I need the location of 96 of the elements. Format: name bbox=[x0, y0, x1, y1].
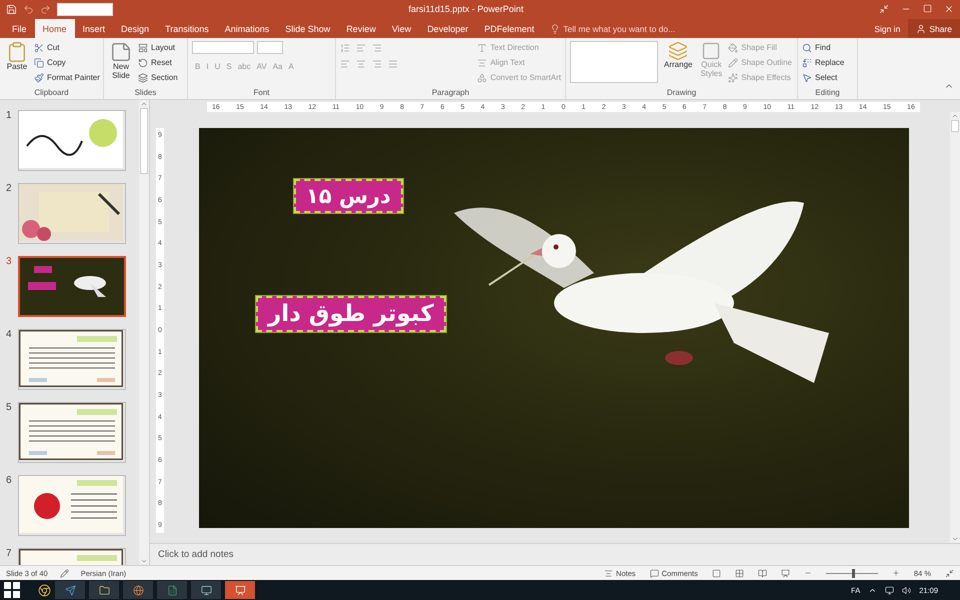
clipboard-button[interactable]: Cut bbox=[34, 41, 100, 54]
clipboard-icon bbox=[6, 41, 28, 63]
slideshow-icon[interactable] bbox=[780, 568, 790, 578]
align-text-icon bbox=[477, 58, 488, 68]
volume-icon[interactable] bbox=[902, 586, 912, 594]
scroll-up-icon[interactable] bbox=[951, 112, 959, 120]
editing-button[interactable]: Find bbox=[802, 41, 844, 54]
ribbon-tab[interactable]: Animations bbox=[216, 19, 278, 38]
quick-access-field[interactable] bbox=[57, 2, 113, 16]
scroll-up-icon[interactable] bbox=[140, 100, 148, 108]
ribbon-tab[interactable]: Transitions bbox=[157, 19, 217, 38]
slide-number: 1 bbox=[6, 110, 13, 123]
text-direction-icon bbox=[477, 42, 488, 52]
notes-field[interactable]: Click to add notes bbox=[158, 549, 234, 560]
align-center-icon bbox=[356, 59, 366, 69]
scroll-thumb[interactable] bbox=[951, 120, 959, 132]
scissors-icon bbox=[34, 42, 44, 52]
ribbon-tab[interactable]: Design bbox=[113, 19, 158, 38]
browser-icon[interactable] bbox=[38, 584, 51, 596]
restore-icon[interactable] bbox=[923, 4, 932, 13]
ribbon-tab[interactable]: View bbox=[384, 19, 420, 38]
ribbon-tab[interactable]: Developer bbox=[419, 19, 476, 38]
share-button[interactable]: Share bbox=[908, 19, 960, 38]
ribbon-tab[interactable]: Home bbox=[34, 19, 75, 38]
scroll-thumb[interactable] bbox=[140, 108, 148, 174]
slides-button[interactable]: Section bbox=[138, 71, 178, 84]
reading-view-icon[interactable] bbox=[758, 568, 767, 578]
new-slide-button[interactable]: New Slide bbox=[108, 41, 134, 88]
slide-number: 5 bbox=[6, 402, 13, 415]
grid-view-icon[interactable] bbox=[734, 568, 744, 578]
presentation-icon[interactable] bbox=[234, 584, 246, 596]
spreadsheet-icon[interactable] bbox=[166, 584, 178, 596]
globe-icon[interactable] bbox=[132, 584, 144, 596]
save-icon[interactable] bbox=[6, 4, 17, 14]
lightbulb-icon bbox=[550, 24, 560, 34]
group-label: Drawing bbox=[666, 88, 698, 99]
windows-logo-icon[interactable] bbox=[4, 582, 20, 598]
smartart-icon bbox=[477, 72, 488, 82]
title-label: کبوتر طوق دار bbox=[256, 296, 446, 332]
editing-button[interactable]: Replace bbox=[802, 56, 844, 69]
scroll-down-icon[interactable] bbox=[140, 557, 148, 565]
slide-number: 7 bbox=[6, 548, 13, 561]
slide-number: 6 bbox=[6, 475, 13, 488]
slide-number: 4 bbox=[6, 329, 13, 342]
align-left-icon bbox=[340, 59, 350, 69]
ribbon-tab[interactable]: Insert bbox=[74, 19, 114, 38]
pencil-icon bbox=[728, 58, 738, 68]
tell-me-field[interactable]: Tell me what you want to do... bbox=[563, 24, 676, 34]
pointer-icon bbox=[802, 72, 812, 82]
group-label: Clipboard bbox=[33, 88, 70, 99]
align-right-icon bbox=[372, 59, 382, 69]
ribbon-tab[interactable]: PDFelement bbox=[476, 19, 542, 38]
zoom-thumb[interactable] bbox=[852, 568, 855, 578]
slide-number: 3 bbox=[6, 256, 13, 269]
redo-icon[interactable] bbox=[40, 4, 51, 14]
window-title: farsi11d15.pptx - PowerPoint bbox=[408, 4, 524, 14]
search-icon bbox=[802, 42, 812, 52]
ribbon-tab[interactable]: File bbox=[4, 19, 35, 38]
scroll-down-icon[interactable] bbox=[951, 535, 959, 543]
justify-icon bbox=[388, 59, 398, 69]
reset-icon bbox=[138, 58, 148, 68]
slides-button[interactable]: Reset bbox=[138, 56, 178, 69]
ribbon-tab[interactable]: Review bbox=[338, 19, 384, 38]
folder-icon[interactable] bbox=[98, 584, 110, 596]
clipboard-button[interactable]: Format Painter bbox=[34, 71, 100, 84]
close-icon[interactable] bbox=[944, 4, 954, 14]
sign-in-link[interactable]: Sign in bbox=[866, 24, 908, 34]
group-label: Font bbox=[252, 88, 270, 99]
clipboard-button[interactable]: Copy bbox=[34, 56, 100, 69]
slide-number: 2 bbox=[6, 183, 13, 196]
editing-button[interactable]: Select bbox=[802, 71, 844, 84]
normal-view-icon[interactable] bbox=[712, 568, 721, 578]
font-name-field[interactable] bbox=[192, 41, 254, 54]
comment-icon bbox=[650, 568, 659, 578]
notes-icon bbox=[604, 568, 614, 578]
person-icon bbox=[916, 24, 926, 34]
paintbrush-icon bbox=[34, 72, 44, 82]
font-size-field[interactable] bbox=[257, 41, 283, 54]
group-label: Editing bbox=[814, 88, 841, 99]
lesson-label: درس ۱۵ bbox=[294, 178, 403, 212]
paste-button[interactable]: Paste bbox=[4, 41, 30, 88]
ribbon-tab[interactable]: Slide Show bbox=[277, 19, 338, 38]
font-format-button[interactable]: I bbox=[203, 60, 212, 73]
arrange-button[interactable]: Arrange bbox=[662, 41, 694, 88]
send-icon[interactable] bbox=[64, 584, 76, 596]
undo-icon[interactable] bbox=[23, 4, 34, 14]
list-icon bbox=[340, 43, 350, 53]
monitor-icon[interactable] bbox=[200, 584, 212, 596]
group-label: Paragraph bbox=[430, 88, 470, 99]
sparkles-icon bbox=[728, 72, 738, 82]
slides-button[interactable]: Layout bbox=[138, 41, 178, 54]
copy-icon bbox=[34, 58, 44, 68]
group-label: Slides bbox=[134, 88, 158, 99]
paint-bucket-icon bbox=[728, 42, 738, 52]
fit-slide-icon[interactable] bbox=[945, 568, 954, 578]
layout-icon bbox=[138, 42, 148, 52]
